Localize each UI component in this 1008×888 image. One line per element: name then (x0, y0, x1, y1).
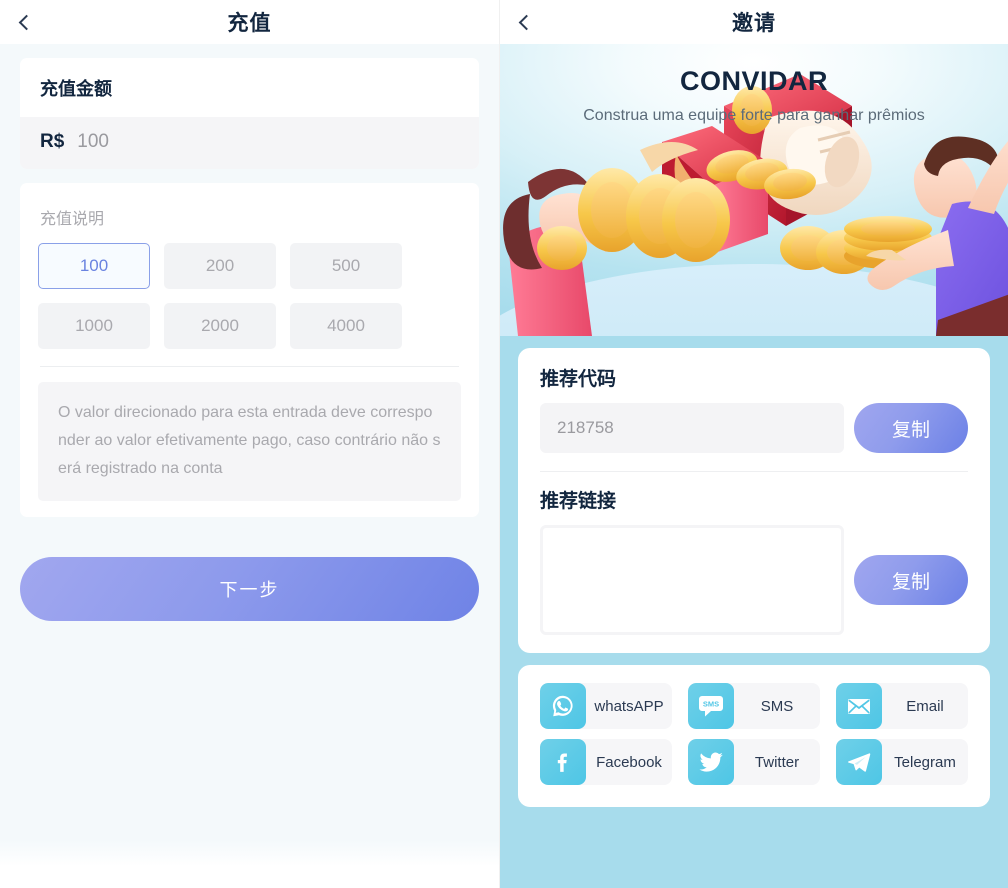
share-card: whatsAPP SMS SMS Email Facebook Twitter … (518, 665, 990, 807)
share-facebook[interactable]: Facebook (540, 739, 672, 785)
recharge-navbar: 充值 (0, 0, 499, 44)
amount-card-title: 充值金额 (40, 79, 112, 99)
share-label: SMS (760, 697, 794, 715)
recharge-note: O valor direcionado para esta entrada de… (38, 382, 461, 501)
referral-divider (540, 471, 968, 472)
copy-code-button[interactable]: 复制 (854, 403, 968, 453)
dual-screen-container: 充值 充值金额 R$ 100 充值说明 100 200 500 1000 200… (0, 0, 1008, 888)
currency-symbol: R$ (40, 131, 65, 152)
share-label: Facebook (596, 753, 662, 771)
chevron-left-icon (18, 14, 34, 30)
recharge-amount-card: 充值金额 R$ 100 (20, 58, 479, 169)
share-twitter[interactable]: Twitter (688, 739, 820, 785)
share-label: Telegram (894, 753, 956, 771)
referral-card: 推荐代码 218758 复制 推荐链接 复制 (518, 348, 990, 653)
share-sms[interactable]: SMS SMS (688, 683, 820, 729)
page-title: 邀请 (732, 12, 776, 35)
amount-chip-200[interactable]: 200 (164, 243, 276, 289)
svg-text:SMS: SMS (703, 700, 719, 709)
invite-body: CONVIDAR Construa uma equipe forte para … (500, 44, 1008, 888)
recharge-screen: 充值 充值金额 R$ 100 充值说明 100 200 500 1000 200… (0, 0, 500, 888)
back-button[interactable] (0, 0, 48, 44)
invite-bottom-strip (500, 807, 1008, 847)
amount-chip-500[interactable]: 500 (290, 243, 402, 289)
description-title: 充值说明 (40, 211, 105, 228)
share-label: whatsAPP (594, 697, 664, 715)
hero-subtitle: Construa uma equipe forte para ganhar pr… (583, 107, 925, 124)
share-label: Twitter (754, 753, 800, 771)
back-button[interactable] (500, 0, 548, 44)
recharge-bottom-strip (0, 840, 499, 888)
recharge-spacer (0, 621, 499, 840)
page-title: 充值 (227, 12, 272, 35)
share-telegram[interactable]: Telegram (836, 739, 968, 785)
next-step-button[interactable]: 下一步 (20, 557, 479, 621)
sms-icon: SMS (688, 683, 734, 729)
referral-code-input[interactable]: 218758 (540, 403, 844, 453)
amount-input-row[interactable]: R$ 100 (20, 117, 479, 169)
email-icon (836, 683, 882, 729)
hero-title: CONVIDAR (679, 66, 828, 96)
facebook-icon (540, 739, 586, 785)
referral-code-row: 218758 复制 (540, 403, 968, 453)
referral-link-row: 复制 (540, 525, 968, 635)
amount-chip-4000[interactable]: 4000 (290, 303, 402, 349)
whatsapp-icon (540, 683, 586, 729)
amount-input[interactable]: 100 (77, 131, 109, 153)
section-divider (40, 366, 459, 367)
amount-chip-1000[interactable]: 1000 (38, 303, 150, 349)
invite-screen: 邀请 CONVIDAR Construa uma equipe forte pa… (500, 0, 1008, 888)
twitter-icon (688, 739, 734, 785)
recharge-description-card: 充值说明 100 200 500 1000 2000 4000 O valor … (20, 183, 479, 517)
amount-chip-100[interactable]: 100 (38, 243, 150, 289)
invite-hero: CONVIDAR Construa uma equipe forte para … (500, 44, 1008, 336)
referral-link-label: 推荐链接 (540, 491, 617, 512)
amount-chip-2000[interactable]: 2000 (164, 303, 276, 349)
share-label: Email (906, 697, 944, 715)
amount-chip-group: 100 200 500 1000 2000 4000 (38, 243, 461, 349)
referral-code-label: 推荐代码 (540, 369, 617, 390)
share-grid: whatsAPP SMS SMS Email Facebook Twitter … (540, 683, 968, 785)
referral-link-input[interactable] (540, 525, 844, 635)
telegram-icon (836, 739, 882, 785)
invite-navbar: 邀请 (500, 0, 1008, 44)
chevron-left-icon (518, 14, 534, 30)
copy-link-button[interactable]: 复制 (854, 555, 968, 605)
share-whatsapp[interactable]: whatsAPP (540, 683, 672, 729)
share-email[interactable]: Email (836, 683, 968, 729)
